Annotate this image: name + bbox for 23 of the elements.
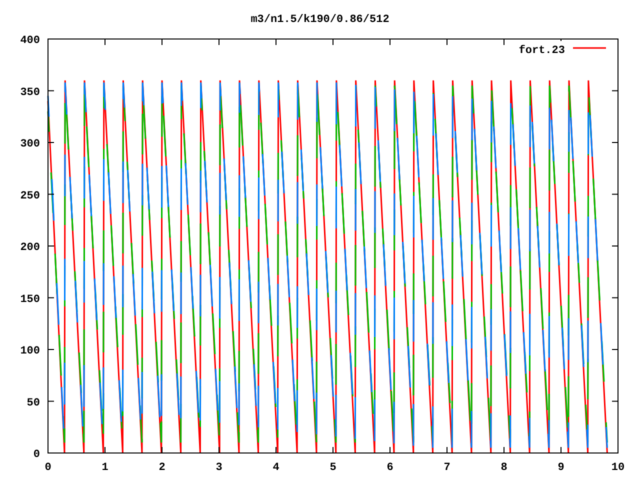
y-tick-label: 400: [20, 35, 40, 47]
y-tick-label: 50: [26, 397, 40, 410]
x-tick-label: 10: [611, 462, 625, 474]
y-tick-label: 200: [20, 242, 40, 254]
legend-label: fort.23: [518, 45, 565, 57]
x-tick-label: 5: [330, 462, 336, 474]
y-tick-label: 150: [20, 294, 40, 306]
x-tick-label: 7: [444, 462, 450, 474]
y-tick-label: 300: [20, 138, 40, 150]
x-tick-label: 8: [500, 462, 508, 474]
x-tick-label: 2: [158, 462, 166, 474]
legend-line: [573, 47, 606, 49]
x-tick-label: 1: [102, 462, 108, 474]
x-tick-label: 9: [558, 462, 564, 474]
x-tick-label: 4: [272, 462, 280, 474]
y-tick-label: 350: [20, 86, 40, 99]
y-tick-label: 0: [33, 449, 40, 461]
y-tick-label: 250: [20, 190, 40, 202]
x-tick-label: 3: [216, 462, 222, 474]
y-tick-label: 100: [20, 346, 40, 358]
x-tick-label: 6: [386, 462, 394, 474]
chart-title: m3/n1.5/k190/0.86/512: [250, 14, 390, 26]
x-tick-label: 0: [44, 462, 52, 474]
